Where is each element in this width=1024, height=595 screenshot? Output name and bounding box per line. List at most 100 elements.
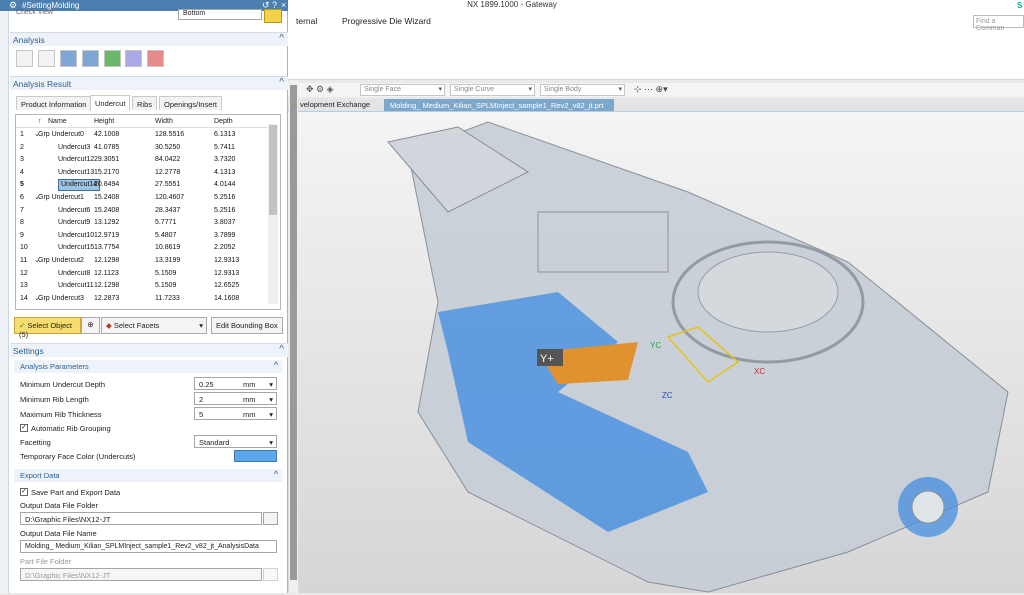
export-data-header[interactable]: Export Data ^ [14,469,282,482]
cell-height: 29.3051 [94,156,120,164]
min-undercut-depth-input[interactable]: 0.25 mm ▾ [194,377,277,390]
check-view-select[interactable]: Bottom [178,9,262,20]
graphics-viewport[interactable]: Y+ YC XC ZC [288,112,1024,593]
analysis-tool-4-icon[interactable] [82,50,99,67]
min-rib-length-input[interactable]: 2 mm ▾ [194,392,277,405]
output-folder-input[interactable]: D:\Graphic Files\NX12-JT [20,512,262,525]
cell-name: Undercut8 [58,269,91,277]
table-row[interactable]: 14 ⌄ Grp Undercut3 12.2873 11.7233 14.1608 [16,293,272,306]
row-number: 14 [20,294,28,302]
select-facets-select[interactable]: ◆ Select Facets ▾ [101,317,207,334]
selection-bar: ✥ ⚙ ◈ Single Face Single Curve Single Bo… [288,83,1024,97]
zc-label: ZC [662,391,673,400]
crosshair-icon[interactable]: ⊕ [81,317,100,334]
table-row[interactable]: 1 ⌄ Grp Undercut0 42.1008 128.5516 6.1313 [16,129,272,142]
find-command-input[interactable]: Find a Comman [973,15,1024,32]
output-name-label: Output Data File Name [20,529,97,538]
table-row[interactable]: 11 ⌄ Grp Undercut2 12.1298 13.3199 12.9313 [16,255,272,268]
cell-depth: 3.7320 [214,156,236,164]
cell-height: 13.1292 [94,219,120,227]
edit-bounding-box-button[interactable]: Edit Bounding Box [211,317,283,334]
siemens-logo: S [1017,1,1023,10]
analysis-tool-1-icon[interactable] [16,50,33,67]
y-plus-label: Y+ [540,353,554,365]
dialog-scroll-thumb[interactable] [290,85,297,580]
tab-undercut[interactable]: Undercut [90,95,131,111]
table-row[interactable]: 10 Undercut15 13.7754 10.8619 2.2052 [16,242,272,255]
table-row[interactable]: 13 Undercut11 12.1298 5.1509 12.6525 [16,280,272,293]
settings-header[interactable]: Settings ^ [10,343,288,357]
temp-face-color-swatch[interactable] [234,450,277,462]
part-folder-label: Part File Folder [20,557,72,566]
col-height[interactable]: Height [94,118,114,125]
cell-height: 12.1123 [94,269,119,277]
row-number: 4 [20,168,24,176]
cell-name: Undercut11 [58,282,94,290]
curve-filter-select[interactable]: Single Curve [450,84,535,96]
cell-depth: 4.0144 [214,181,236,189]
view-orient-icon[interactable] [264,9,282,23]
table-row[interactable]: 4 Undercut13 15.2170 12.2778 4.1313 [16,167,272,180]
analysis-tool-5-icon[interactable] [104,50,121,67]
analysis-section-header[interactable]: Analysis ^ [10,32,288,46]
max-rib-thickness-input[interactable]: 5 mm ▾ [194,407,277,420]
table-row[interactable]: 7 Undercut6 15.2408 28.3437 5.2516 [16,205,272,218]
analysis-tool-7-icon[interactable] [147,50,164,67]
analysis-result-header[interactable]: Analysis Result ^ [10,76,288,90]
cell-height: 42.1008 [94,131,120,138]
part-folder-input: D:\Graphic Files\NX12-JT [20,568,262,581]
auto-rib-grouping-checkbox[interactable]: ✓ [20,424,28,432]
cell-height: 12.1298 [94,282,120,290]
table-row[interactable]: 6 ⌄ Grp Undercut1 15.2408 120.4607 5.2516 [16,192,272,205]
cell-width: 12.2778 [155,168,181,176]
table-row[interactable]: 3 Undercut12 29.3051 84.0422 3.7320 [16,154,272,167]
browse-part-folder-icon [263,568,278,581]
face-filter-select[interactable]: Single Face [360,84,445,96]
cell-width: 5.1509 [155,282,177,290]
table-row[interactable]: 5 Undercut14 20.8494 27.5551 4.0144 [16,179,272,192]
tab-external[interactable]: ternal [296,16,317,26]
analysis-parameters-header[interactable]: Analysis Parameters ^ [14,360,282,373]
table-row[interactable]: 9 Undercut10 12.9719 5.4807 3.7899 [16,230,272,243]
facetting-select[interactable]: Standard ▾ [194,435,277,448]
analysis-tool-6-icon[interactable] [125,50,142,67]
cell-width: 5.1509 [155,269,177,277]
doc-tab-development-exchange[interactable]: velopment Exchange [300,100,370,109]
tab-product-information[interactable]: Product Information [16,96,92,110]
save-part-checkbox[interactable]: ✓ [20,488,28,496]
cell-depth: 4.1313 [214,168,236,176]
col-name[interactable]: Name [48,118,67,125]
sort-icon[interactable]: ↑ [38,118,42,125]
output-folder-label: Output Data File Folder [20,501,98,510]
cell-name: Undercut13 [58,168,95,176]
body-filter-select[interactable]: Single Body [540,84,625,96]
tab-ribs[interactable]: Ribs [132,96,158,110]
row-number: 1 [20,131,24,138]
cell-height: 15.2408 [94,194,120,201]
col-width[interactable]: Width [155,118,173,125]
row-number: 11 [20,257,28,264]
table-scroll-thumb[interactable] [269,125,277,215]
ribbon-body [288,30,1024,80]
part-ring-inner [697,251,839,333]
doc-tab-molding-part[interactable]: Molding_ Medium_Kilian_SPLMInject_sample… [384,99,614,111]
nozzle-inner [911,490,945,524]
cell-width: 128.5516 [155,131,185,138]
browse-folder-icon[interactable] [263,512,278,525]
analysis-tool-2-icon[interactable] [38,50,55,67]
table-row[interactable]: 12 Undercut8 12.1123 5.1509 12.9313 [16,268,272,281]
table-row[interactable]: 8 Undercut9 13.1292 5.7771 3.8037 [16,217,272,230]
cell-height: 12.2873 [94,294,120,302]
cell-width: 10.8619 [155,244,181,252]
col-depth[interactable]: Depth [214,118,233,125]
analysis-tool-3-icon[interactable] [60,50,77,67]
menu-icon[interactable]: ✥ ⚙ ◈ [306,84,334,95]
tab-progressive-die-wizard[interactable]: Progressive Die Wizard [342,16,431,26]
snap-icon[interactable]: ⊹ ⋯ ⊕▾ [634,84,668,95]
select-object-button[interactable]: ✓ Select Object (5) [14,317,81,339]
tab-openings-insert[interactable]: Openings/Insert [159,96,222,110]
cell-width: 28.3437 [155,206,181,214]
output-name-input[interactable]: Molding_ Medium_Kilian_SPLMInject_sample… [20,540,277,553]
cell-depth: 12.9313 [214,257,240,264]
table-row[interactable]: 2 Undercut3 41.0785 30.5250 5.7411 [16,142,272,155]
